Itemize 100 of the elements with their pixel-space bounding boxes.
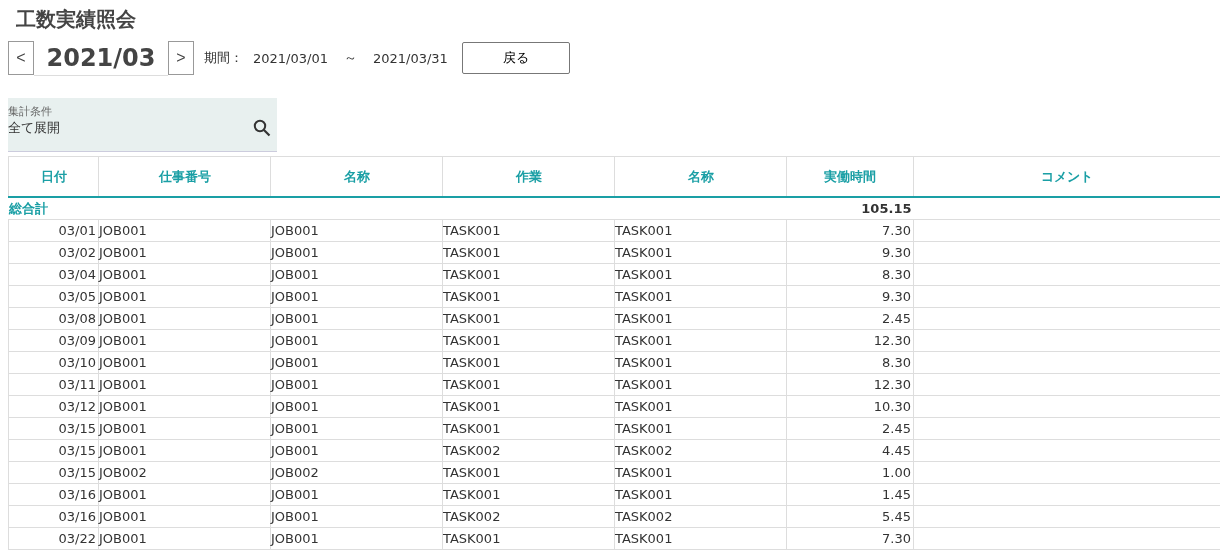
table-cell: TASK001 [442, 483, 615, 506]
table-cell: 9.30 [786, 285, 914, 308]
table-cell: JOB001 [270, 395, 443, 418]
table-cell: 03/08 [8, 307, 99, 330]
table-cell: JOB001 [98, 483, 271, 506]
table-cell: TASK001 [614, 461, 787, 484]
column-header[interactable]: 実働時間 [786, 156, 914, 197]
table-cell: JOB001 [98, 351, 271, 374]
table-cell: 03/05 [8, 285, 99, 308]
column-header[interactable]: 名称 [614, 156, 787, 197]
table-cell: TASK001 [614, 527, 787, 550]
table-cell: 7.30 [786, 527, 914, 550]
table-cell: 03/04 [8, 263, 99, 286]
table-cell: JOB001 [270, 219, 443, 242]
table-cell: JOB001 [270, 285, 443, 308]
table-cell: TASK001 [614, 417, 787, 440]
table-cell: 1.45 [786, 483, 914, 506]
table-cell: 8.30 [786, 263, 914, 286]
table-cell: 4.45 [786, 439, 914, 462]
table-cell: TASK001 [614, 285, 787, 308]
table-cell: 03/02 [8, 241, 99, 264]
table-cell: JOB001 [270, 373, 443, 396]
table-cell: TASK001 [442, 307, 615, 330]
table-cell: JOB002 [98, 461, 271, 484]
table-cell: JOB001 [270, 351, 443, 374]
column-header[interactable]: 名称 [270, 156, 443, 197]
table-cell: TASK001 [442, 395, 615, 418]
table-cell: JOB001 [98, 219, 271, 242]
table-cell: 03/12 [8, 395, 99, 418]
table-cell: JOB001 [270, 417, 443, 440]
table-cell: TASK002 [442, 439, 615, 462]
period-label: 期間： [204, 49, 243, 67]
table-cell: TASK001 [442, 373, 615, 396]
table-cell: 12.30 [786, 373, 914, 396]
table-cell: JOB001 [98, 285, 271, 308]
table-cell: 03/15 [8, 461, 99, 484]
table-cell: JOB001 [98, 505, 271, 528]
table-cell: JOB001 [270, 329, 443, 352]
table-cell: 8.30 [786, 351, 914, 374]
table-cell: 5.45 [786, 505, 914, 528]
table-cell: JOB001 [98, 527, 271, 550]
table-cell: TASK002 [442, 505, 615, 528]
table-cell: 03/16 [8, 483, 99, 506]
table-cell: TASK001 [614, 219, 787, 242]
table-cell: JOB002 [270, 461, 443, 484]
table-cell: JOB001 [98, 241, 271, 264]
table-cell: JOB001 [270, 263, 443, 286]
table-cell: 03/15 [8, 439, 99, 462]
table-cell: TASK001 [442, 527, 615, 550]
column-header[interactable]: 日付 [8, 156, 99, 197]
table-cell: JOB001 [98, 417, 271, 440]
table-cell: TASK001 [614, 307, 787, 330]
table-cell: TASK001 [442, 351, 615, 374]
table-cell: JOB001 [270, 505, 443, 528]
back-button[interactable]: 戻る [461, 42, 570, 74]
table-cell: TASK001 [442, 263, 615, 286]
condition-value: 全て展開 [8, 119, 60, 137]
search-icon[interactable] [253, 119, 271, 137]
table-cell: 1.00 [786, 461, 914, 484]
table-cell: 12.30 [786, 329, 914, 352]
table-cell: TASK001 [614, 395, 787, 418]
table-cell: 10.30 [786, 395, 914, 418]
table-cell: JOB001 [98, 373, 271, 396]
table-cell: TASK001 [442, 219, 615, 242]
period-end: 2021/03/31 [372, 50, 448, 66]
table-cell: TASK001 [442, 417, 615, 440]
table-cell: 9.30 [786, 241, 914, 264]
table-cell: TASK001 [614, 373, 787, 396]
total-hours: 105.15 [786, 197, 914, 220]
table-cell: TASK002 [614, 439, 787, 462]
table-cell: JOB001 [98, 395, 271, 418]
table-cell: TASK001 [442, 285, 615, 308]
table-cell: JOB001 [98, 439, 271, 462]
condition-field[interactable]: 集計条件 全て展開 [8, 98, 277, 152]
table-cell: TASK001 [614, 241, 787, 264]
table-cell: JOB001 [270, 307, 443, 330]
next-month-button[interactable]: > [168, 41, 194, 75]
period-separator: ～ [343, 49, 357, 67]
period-start: 2021/03/01 [253, 50, 328, 66]
table-cell: JOB001 [98, 307, 271, 330]
table-cell: 03/16 [8, 505, 99, 528]
table-cell: JOB001 [270, 527, 443, 550]
table-cell: 03/10 [8, 351, 99, 374]
column-header[interactable]: 作業 [442, 156, 615, 197]
table-cell: TASK002 [614, 505, 787, 528]
page-title: 工数実績照会 [15, 6, 137, 32]
condition-label: 集計条件 [8, 104, 53, 119]
column-header[interactable]: コメント [913, 156, 1220, 197]
table-cell: 2.45 [786, 307, 914, 330]
table-cell: 2.45 [786, 417, 914, 440]
previous-month-button[interactable]: < [8, 41, 34, 75]
column-header[interactable]: 仕事番号 [98, 156, 271, 197]
table-cell: 03/09 [8, 329, 99, 352]
table-cell: TASK001 [442, 241, 615, 264]
table-cell: TASK001 [614, 483, 787, 506]
table-cell: TASK001 [614, 329, 787, 352]
table-cell: TASK001 [442, 461, 615, 484]
table-cell: 03/11 [8, 373, 99, 396]
table-cell: JOB001 [98, 329, 271, 352]
table-cell: TASK001 [614, 263, 787, 286]
